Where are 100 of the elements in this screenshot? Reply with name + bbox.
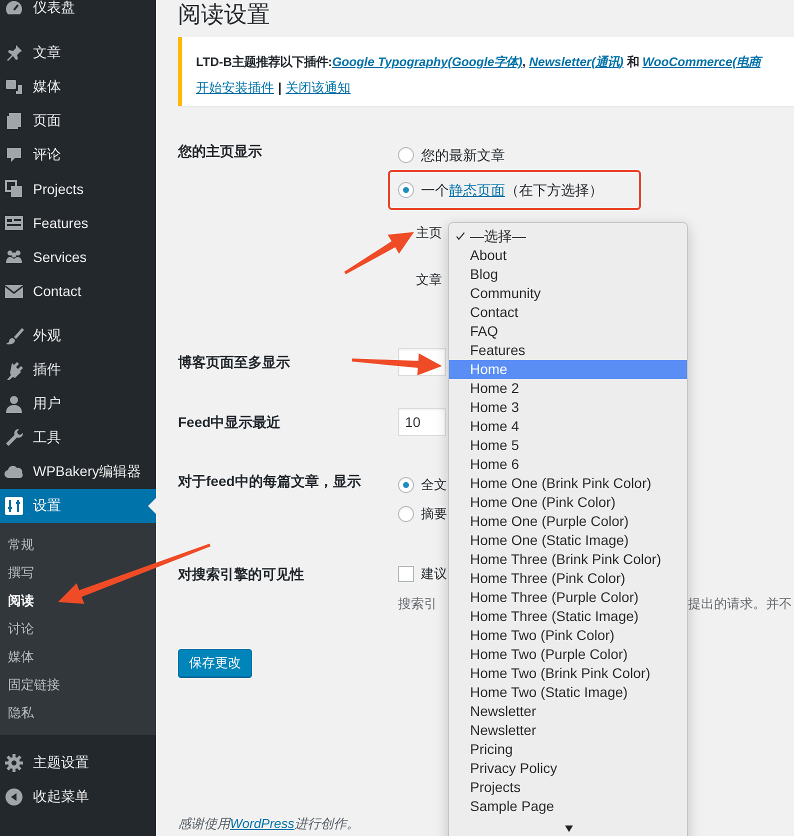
pages-icon xyxy=(4,111,24,131)
option-label: 全文 xyxy=(421,476,447,494)
option-label: 建议 xyxy=(421,565,447,583)
field-label: 对搜索引擎的可见性 xyxy=(178,565,304,584)
sidebar-item[interactable]: 收起菜单 xyxy=(0,780,156,814)
dropdown-option[interactable]: Home One (Brink Pink Color) xyxy=(449,474,687,493)
notice-action-link[interactable]: 开始安装插件 xyxy=(196,75,274,101)
stacked-squares-icon xyxy=(4,179,24,199)
collapse-icon xyxy=(4,787,24,807)
dropdown-option[interactable]: Community xyxy=(449,284,687,303)
dropdown-option[interactable]: —选择— xyxy=(449,227,687,246)
plugin-link[interactable]: Google Typography(Google字体) xyxy=(332,55,522,69)
option-label: 一个静态页面（在下方选择） xyxy=(421,181,603,200)
field-label: 博客页面至多显示 xyxy=(178,353,290,372)
sidebar-item[interactable]: 用户 xyxy=(0,387,156,421)
speech-bubble-icon xyxy=(4,145,24,165)
dropdown-option[interactable]: Blog xyxy=(449,265,687,284)
notice-action-link[interactable]: 关闭该通知 xyxy=(286,75,351,101)
submenu-item[interactable]: 撰写 xyxy=(0,559,156,587)
dropdown-option[interactable]: About xyxy=(449,246,687,265)
dropdown-option[interactable]: Pricing xyxy=(449,740,687,759)
plug-icon xyxy=(4,360,24,380)
sidebar-item[interactable]: Services xyxy=(0,240,156,274)
field-label: Feed中显示最近 xyxy=(178,413,281,432)
submenu-item[interactable]: 阅读 xyxy=(0,587,156,615)
option-label: 摘要 xyxy=(421,505,447,523)
sidebar-item[interactable]: 媒体 xyxy=(0,70,156,104)
separator-text: | xyxy=(278,79,282,97)
sidebar-item[interactable]: 外观 xyxy=(0,319,156,353)
dropdown-option[interactable]: Home Three (Purple Color) xyxy=(449,588,687,607)
sidebar-item[interactable]: 评论 xyxy=(0,138,156,172)
dropdown-option[interactable]: Home 3 xyxy=(449,398,687,417)
sidebar-item[interactable]: Projects xyxy=(0,172,156,206)
dropdown-option[interactable]: FAQ xyxy=(449,322,687,341)
sidebar-item[interactable]: Contact xyxy=(0,274,156,308)
dropdown-option[interactable]: Contact xyxy=(449,303,687,322)
dropdown-option[interactable]: Home One (Static Image) xyxy=(449,531,687,550)
static-page-link[interactable]: 静态页面 xyxy=(449,182,505,198)
current-marker xyxy=(148,498,156,514)
notice-text: LTD-B主题推荐以下插件:Google Typography(Google字体), Newsletter(通讯) 和 WooCommerce(电商 xyxy=(196,49,794,75)
select-label: 主页 xyxy=(416,224,442,242)
dropdown-option[interactable]: Home One (Pink Color) xyxy=(449,493,687,512)
field-label: 您的主页显示 xyxy=(178,142,262,161)
submenu-item[interactable]: 常规 xyxy=(0,531,156,559)
select-label: 文章 xyxy=(416,271,442,289)
sidebar-item[interactable]: 设置 xyxy=(0,489,156,523)
description-text: 搜索引 xyxy=(398,595,437,613)
plugin-link[interactable]: WooCommerce(电商 xyxy=(642,55,760,69)
dropdown-option[interactable]: Home Three (Pink Color) xyxy=(449,569,687,588)
settings-icon xyxy=(4,753,24,773)
person-icon xyxy=(4,394,24,414)
sidebar-item[interactable]: 主题设置 xyxy=(0,746,156,780)
description-text: 提出的请求。并不 xyxy=(688,595,792,613)
save-button[interactable]: 保存更改 xyxy=(178,649,252,677)
dropdown-option[interactable]: Sample Page xyxy=(449,797,687,816)
wrench-icon xyxy=(4,428,24,448)
sidebar-item[interactable]: Features xyxy=(0,206,156,240)
sliders-icon xyxy=(4,496,24,516)
sidebar-item[interactable]: 插件 xyxy=(0,353,156,387)
dropdown-option[interactable]: Home Three (Brink Pink Color) xyxy=(449,550,687,569)
dropdown-option[interactable]: Home 4 xyxy=(449,417,687,436)
dropdown-option[interactable]: Privacy Policy xyxy=(449,759,687,778)
option-label: 您的最新文章 xyxy=(421,146,505,165)
dropdown-option[interactable]: Projects xyxy=(449,778,687,797)
dropdown-option[interactable]: Home Three (Static Image) xyxy=(449,607,687,626)
submenu-item[interactable]: 媒体 xyxy=(0,643,156,671)
submenu-item[interactable]: 隐私 xyxy=(0,699,156,727)
dropdown-option[interactable]: Home Two (Static Image) xyxy=(449,683,687,702)
sidebar-item[interactable]: 仪表盘 xyxy=(0,0,156,25)
checkbox[interactable] xyxy=(398,566,414,582)
dropdown-option[interactable]: Home 2 xyxy=(449,379,687,398)
sidebar-item[interactable]: 工具 xyxy=(0,421,156,455)
scroll-down-arrow-icon xyxy=(563,824,575,834)
dropdown-option[interactable]: Features xyxy=(449,341,687,360)
dropdown-option[interactable]: Home 6 xyxy=(449,455,687,474)
dropdown-option[interactable]: Newsletter xyxy=(449,721,687,740)
radio-button[interactable] xyxy=(398,506,414,522)
radio-button[interactable] xyxy=(398,477,414,493)
dropdown-option[interactable]: Home 5 xyxy=(449,436,687,455)
dropdown-option[interactable]: Home One (Purple Color) xyxy=(449,512,687,531)
submenu-item[interactable]: 讨论 xyxy=(0,615,156,643)
list-card-icon xyxy=(4,213,24,233)
plugin-link[interactable]: Newsletter(通讯) xyxy=(529,55,624,69)
media-icon xyxy=(4,77,24,97)
dropdown-option[interactable]: Home Two (Brink Pink Color) xyxy=(449,664,687,683)
field-label: 对于feed中的每篇文章，显示 xyxy=(178,472,361,491)
wordpress-link[interactable]: WordPress xyxy=(230,816,294,831)
footer-text: 感谢使用WordPress进行创作。 xyxy=(178,815,360,833)
page-title: 阅读设置 xyxy=(178,0,271,29)
dropdown-option[interactable]: Home Two (Pink Color) xyxy=(449,626,687,645)
dropdown-option[interactable]: Home Two (Purple Color) xyxy=(449,645,687,664)
radio-button[interactable] xyxy=(398,147,414,163)
sidebar-item[interactable]: 页面 xyxy=(0,104,156,138)
annotation-arrow xyxy=(344,232,414,274)
submenu-item[interactable]: 固定链接 xyxy=(0,671,156,699)
sidebar-item[interactable]: 文章 xyxy=(0,36,156,70)
radio-button[interactable] xyxy=(398,182,414,198)
dropdown-option[interactable]: Newsletter xyxy=(449,702,687,721)
sidebar-item[interactable]: WPBakery编辑器 xyxy=(0,455,156,489)
number-field[interactable]: 10 xyxy=(398,408,446,436)
